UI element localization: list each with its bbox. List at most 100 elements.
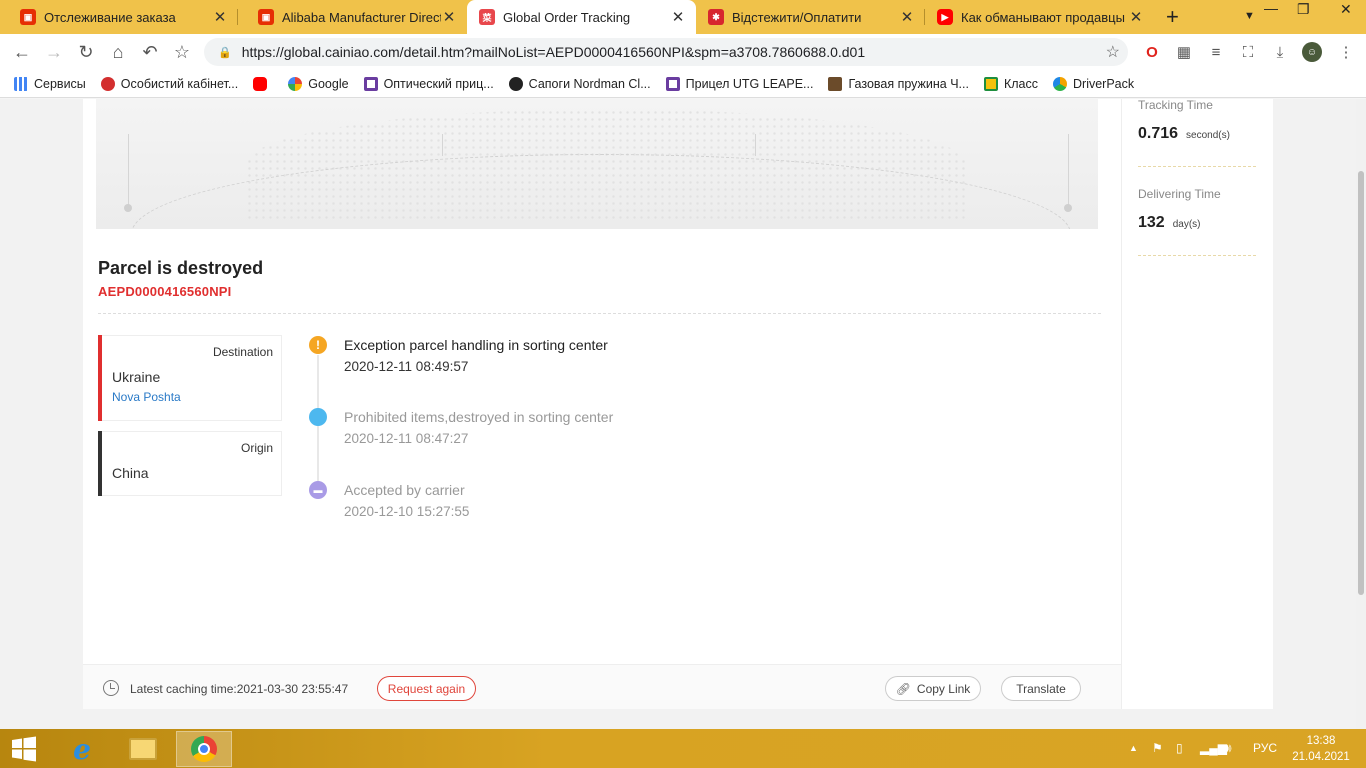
dot-icon xyxy=(309,408,327,426)
bookmark-black-icon xyxy=(508,76,523,91)
start-button[interactable] xyxy=(0,731,48,767)
download-icon[interactable]: ⤓ xyxy=(1270,42,1290,62)
tracking-time-label: Tracking Time xyxy=(1138,99,1213,112)
copy-link-button[interactable]: 🔗︎ Copy Link xyxy=(885,676,981,701)
opera-icon[interactable]: O xyxy=(1142,42,1162,62)
destination-country: Ukraine xyxy=(112,369,161,385)
tab-title: Как обманывают продавцы на xyxy=(961,9,1128,25)
bookmark-8[interactable]: Класс xyxy=(983,76,1038,91)
windows-taskbar: e ▲ ⚑ ▯ ▂▄▆ 🔊︎ РУС 13:38 21.04.2021 xyxy=(0,729,1366,768)
bookmark-3[interactable]: Google xyxy=(288,76,349,91)
tracking-number: AEPD0000416560NPI xyxy=(98,284,232,299)
internet-explorer-icon[interactable]: e xyxy=(54,731,110,767)
stats-panel: Tracking Time 0.716 second(s) Delivering … xyxy=(1121,99,1273,709)
driverpack-icon xyxy=(1053,76,1068,91)
bookmark-brown-icon xyxy=(828,76,843,91)
taskbar-clock[interactable]: 13:38 21.04.2021 xyxy=(1288,733,1354,765)
tab-strip: ▣ Отслеживание заказа ✕ ▣ Alibaba Manufa… xyxy=(0,0,1366,34)
link-icon: 🔗︎ xyxy=(895,681,911,696)
parcel-status-title: Parcel is destroyed xyxy=(98,258,264,278)
event-time: 2020-12-10 15:27:55 xyxy=(344,504,470,519)
cache-time: Latest caching time:2021-03-30 23:55:47 xyxy=(130,682,349,696)
extensions-grid-icon[interactable]: ▦ xyxy=(1174,42,1194,62)
tracking-time-value: 0.716 second(s) xyxy=(1138,125,1230,142)
tab-4[interactable]: ▶ Как обманывают продавцы на ✕ xyxy=(925,0,1154,34)
minimize-icon[interactable]: — xyxy=(1264,0,1278,16)
close-icon[interactable]: ✕ xyxy=(212,8,228,26)
scrollbar-thumb[interactable] xyxy=(1358,171,1364,595)
tab-2[interactable]: 菜 Global Order Tracking ✕ xyxy=(467,0,696,34)
request-again-button[interactable]: Request again xyxy=(377,676,476,701)
bookmark-apps[interactable]: Сервисы xyxy=(14,76,86,91)
browser-toolbar: ← → ↻ ⌂ ↶ ☆ 🔒 ☆ O ▦ ≡ ⛶ ⤓ ☺ ⋮ xyxy=(0,34,1366,70)
bookmark-purple-icon xyxy=(363,76,378,91)
address-bar[interactable]: 🔒 ☆ xyxy=(204,38,1128,66)
event-title: Accepted by carrier xyxy=(344,482,465,498)
star-icon[interactable]: ☆ xyxy=(170,40,194,64)
tab-title: Alibaba Manufacturer Directory xyxy=(282,9,441,25)
tracking-footer: Latest caching time:2021-03-30 23:55:47 … xyxy=(83,664,1121,709)
windows-logo-icon xyxy=(12,736,36,762)
event-time: 2020-12-11 08:47:27 xyxy=(344,431,469,446)
tray-flag-icon[interactable]: ⚑ xyxy=(1152,741,1163,755)
translate-button[interactable]: Translate xyxy=(1001,676,1081,701)
network-icon[interactable]: ▂▄▆ xyxy=(1200,741,1227,755)
clock-icon xyxy=(103,680,119,696)
file-explorer-icon[interactable] xyxy=(115,731,171,767)
delivering-time-label: Delivering Time xyxy=(1138,187,1221,201)
bookmark-purple-icon xyxy=(665,76,680,91)
bookmark-7[interactable]: Газовая пружина Ч... xyxy=(828,76,969,91)
event-time: 2020-12-11 08:49:57 xyxy=(344,359,469,374)
close-icon[interactable]: ✕ xyxy=(670,8,686,26)
bookmark-5[interactable]: Сапоги Nordman Cl... xyxy=(508,76,651,91)
page-scrollbar[interactable] xyxy=(1356,99,1366,729)
destination-card: Destination Ukraine Nova Poshta xyxy=(98,335,282,421)
youtube-icon xyxy=(253,76,268,91)
back-icon[interactable]: ← xyxy=(10,40,34,64)
tray-device-icon[interactable]: ▯ xyxy=(1176,741,1183,755)
bookmark-2[interactable] xyxy=(253,76,273,91)
tab-0[interactable]: ▣ Отслеживание заказа ✕ xyxy=(0,0,238,34)
world-map-banner xyxy=(96,99,1098,229)
bookmark-9[interactable]: DriverPack xyxy=(1053,76,1134,91)
aliexpress-icon: ▣ xyxy=(20,9,36,25)
bookmark-1[interactable]: Особистий кабінет... xyxy=(100,76,238,91)
language-indicator[interactable]: РУС xyxy=(1253,741,1277,755)
url-input[interactable] xyxy=(241,44,1092,60)
close-icon[interactable]: ✕ xyxy=(899,8,915,26)
bookmark-4[interactable]: Оптический приц... xyxy=(363,76,494,91)
avatar[interactable]: ☺ xyxy=(1302,42,1322,62)
undo-icon[interactable]: ↶ xyxy=(138,40,162,64)
origin-country: China xyxy=(112,465,149,481)
bookmark-star-icon[interactable]: ☆ xyxy=(1106,42,1120,62)
volume-icon[interactable]: 🔊︎ xyxy=(1224,741,1232,756)
delivering-time-value: 132 day(s) xyxy=(1138,214,1201,231)
tab-3[interactable]: ✱ Відстежити/Оплатити ✕ xyxy=(696,0,925,34)
close-icon[interactable]: ✕ xyxy=(441,8,457,26)
page-viewport: Parcel is destroyed AEPD0000416560NPI De… xyxy=(0,99,1366,729)
bookmark-6[interactable]: Прицел UTG LEAPE... xyxy=(665,76,813,91)
truck-icon: ▬ xyxy=(309,481,327,499)
forward-icon[interactable]: → xyxy=(42,40,66,64)
classroom-icon xyxy=(983,76,998,91)
tab-search-icon[interactable]: ▼ xyxy=(1244,10,1255,22)
reload-icon[interactable]: ↻ xyxy=(74,40,98,64)
menu-icon[interactable]: ⋮ xyxy=(1336,42,1356,62)
divider xyxy=(98,313,1101,314)
home-icon[interactable]: ⌂ xyxy=(106,40,130,64)
google-icon xyxy=(288,76,303,91)
crop-icon[interactable]: ⛶ xyxy=(1238,42,1258,62)
new-tab-button[interactable]: + xyxy=(1166,4,1179,30)
close-icon[interactable]: ✕ xyxy=(1128,8,1144,26)
tracking-card: Parcel is destroyed AEPD0000416560NPI De… xyxy=(83,99,1121,709)
tray-arrow-icon[interactable]: ▲ xyxy=(1129,743,1138,753)
tab-1[interactable]: ▣ Alibaba Manufacturer Directory ✕ xyxy=(238,0,467,34)
playlist-icon[interactable]: ≡ xyxy=(1206,42,1226,62)
destination-carrier-link[interactable]: Nova Poshta xyxy=(112,390,181,404)
bookmark-red-icon xyxy=(100,76,115,91)
restore-icon[interactable]: ❐ xyxy=(1297,1,1310,18)
destination-label: Destination xyxy=(212,345,273,359)
novaposhta-icon: ✱ xyxy=(708,9,724,25)
window-close-icon[interactable]: ✕ xyxy=(1340,1,1352,18)
chrome-taskbar-icon[interactable] xyxy=(176,731,232,767)
